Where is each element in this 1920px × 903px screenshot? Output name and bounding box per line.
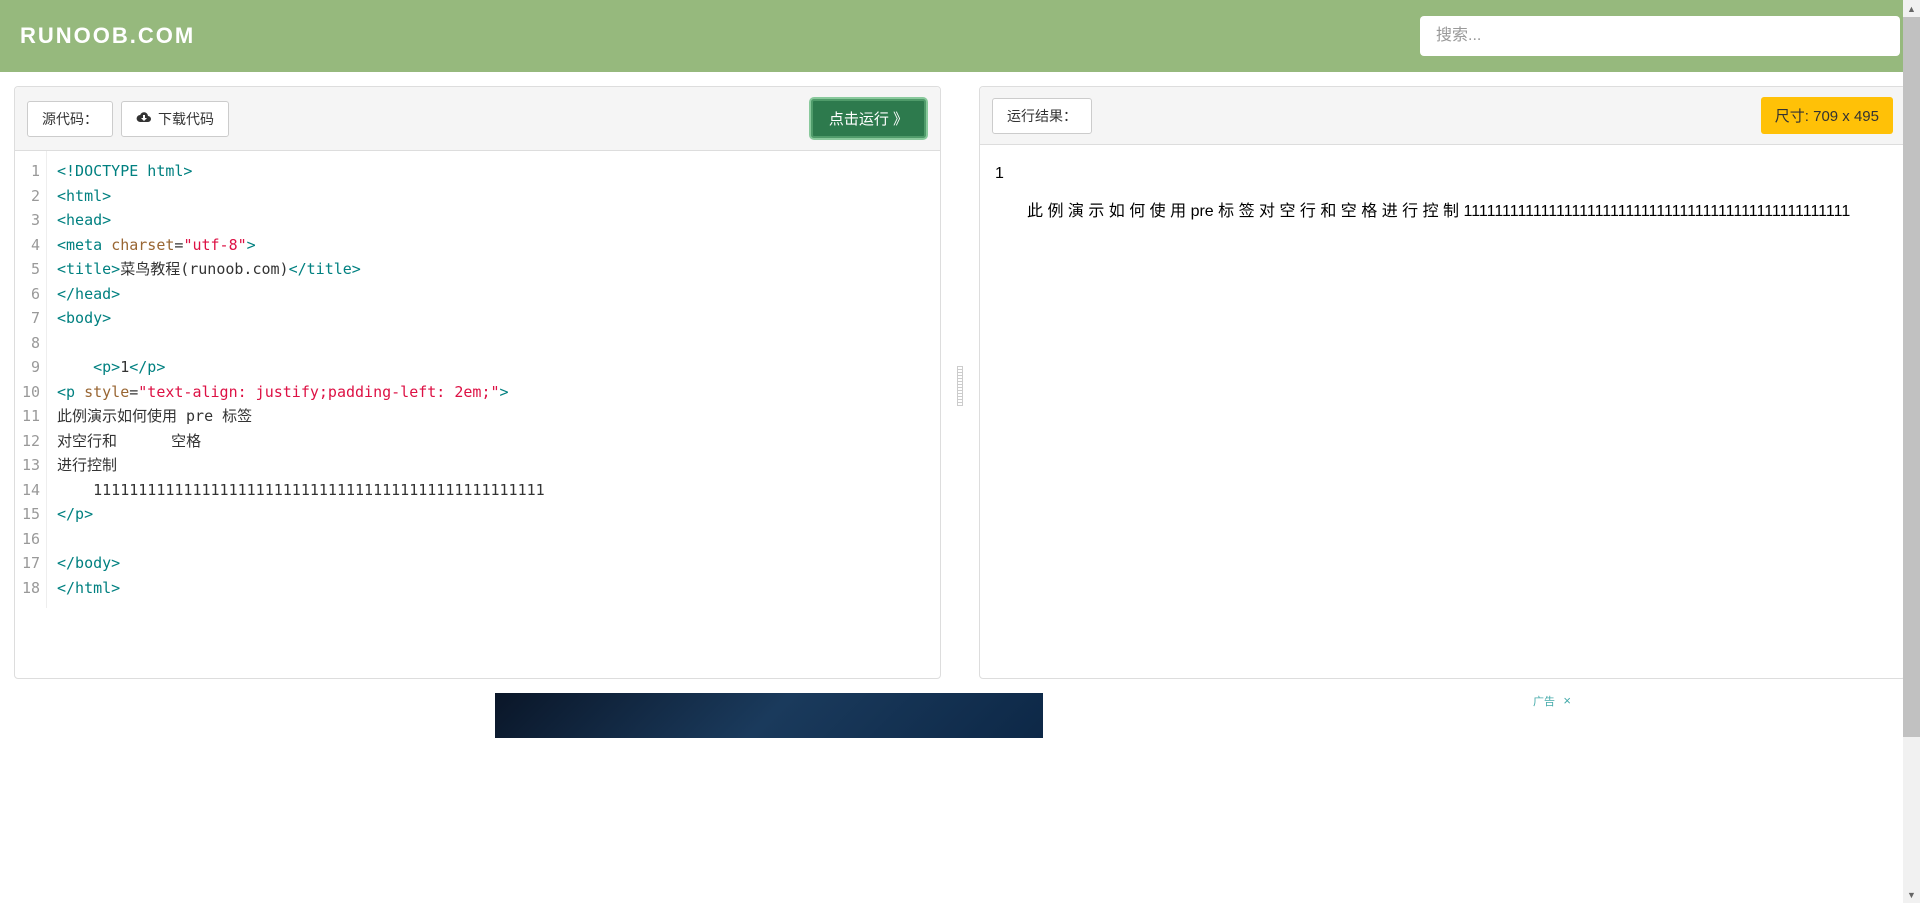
page-header: RUNOOB.COM: [0, 0, 1920, 72]
download-button[interactable]: 下载代码: [121, 101, 229, 137]
result-p2: 此 例 演 示 如 何 使 用 pre 标 签 对 空 行 和 空 格 进 行 …: [995, 199, 1890, 225]
result-output: 1 此 例 演 示 如 何 使 用 pre 标 签 对 空 行 和 空 格 进 …: [980, 145, 1905, 245]
splitter-handle-icon: [957, 366, 963, 406]
result-panel: 运行结果： 尺寸: 709 x 495 1 此 例 演 示 如 何 使 用 pr…: [979, 86, 1906, 679]
ad-banner[interactable]: [495, 693, 1043, 738]
code-body[interactable]: <!DOCTYPE html><html><head><meta charset…: [47, 151, 555, 608]
ad-container: 广告 ×: [0, 693, 1920, 738]
scroll-up-icon[interactable]: ▲: [1903, 0, 1920, 17]
result-p1: 1: [995, 165, 1890, 183]
source-label-button[interactable]: 源代码：: [27, 101, 113, 137]
panel-splitter[interactable]: [955, 86, 965, 679]
main-container: 源代码： 下载代码 点击运行 》 12345678910111213141516…: [0, 72, 1920, 693]
source-panel-header: 源代码： 下载代码 点击运行 》: [15, 87, 940, 151]
site-logo[interactable]: RUNOOB.COM: [20, 23, 195, 49]
scroll-down-icon[interactable]: ▼: [1903, 886, 1920, 903]
source-left-buttons: 源代码： 下载代码: [27, 101, 229, 137]
line-gutter: 123456789101112131415161718: [15, 151, 47, 608]
code-editor[interactable]: 123456789101112131415161718 <!DOCTYPE ht…: [15, 151, 940, 608]
result-label-button[interactable]: 运行结果：: [992, 98, 1092, 134]
cloud-download-icon: [136, 110, 152, 127]
result-panel-header: 运行结果： 尺寸: 709 x 495: [980, 87, 1905, 145]
size-badge: 尺寸: 709 x 495: [1761, 97, 1893, 134]
scrollbar-thumb[interactable]: [1903, 17, 1920, 737]
ad-close-icon[interactable]: ×: [1563, 693, 1571, 708]
search-input[interactable]: [1420, 16, 1900, 56]
vertical-scrollbar[interactable]: ▲ ▼: [1903, 0, 1920, 903]
download-label: 下载代码: [158, 109, 214, 129]
source-panel: 源代码： 下载代码 点击运行 》 12345678910111213141516…: [14, 86, 941, 679]
run-button[interactable]: 点击运行 》: [809, 97, 928, 140]
ad-label: 广告: [1533, 693, 1555, 709]
